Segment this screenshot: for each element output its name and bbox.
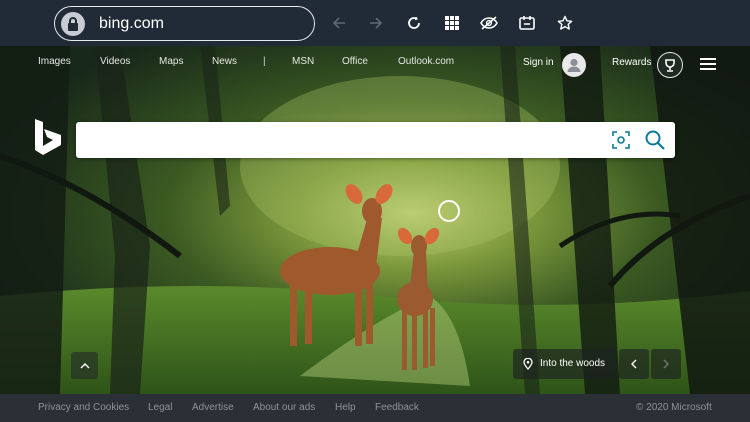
apps-grid-icon[interactable] [440,11,464,35]
avatar-icon[interactable] [562,53,586,77]
nav-separator: | [263,56,266,67]
footer-link-feedback[interactable]: Feedback [375,402,419,413]
footer-link-help[interactable]: Help [335,402,356,413]
previous-image-button[interactable] [619,349,649,379]
bing-logo-icon[interactable] [33,117,63,162]
nav-link-outlook[interactable]: Outlook.com [398,56,454,67]
sign-in-link[interactable]: Sign in [523,57,554,68]
copyright-text: © 2020 Microsoft [636,402,712,413]
address-bar[interactable]: bing.com [54,6,315,41]
back-arrow-icon[interactable] [327,11,351,35]
hero-section: Images Videos Maps News | MSN Office Out… [0,46,750,394]
visual-search-icon[interactable] [612,131,630,154]
scroll-up-button[interactable] [71,352,98,379]
nav-link-msn[interactable]: MSN [292,56,314,67]
lock-icon[interactable] [61,12,85,36]
cursor-ring-icon [438,200,460,222]
footer: Privacy and Cookies Legal Advertise Abou… [0,394,750,422]
chevron-left-icon [631,359,637,369]
footer-link-legal[interactable]: Legal [148,402,172,413]
footer-link-advertise[interactable]: Advertise [192,402,234,413]
nav-link-maps[interactable]: Maps [159,56,183,67]
nav-link-images[interactable]: Images [38,56,71,67]
forest-deer-photo [0,46,750,394]
image-caption-button[interactable]: Into the woods [513,349,616,379]
hamburger-menu-icon[interactable] [700,57,718,71]
hide-eye-icon[interactable] [477,11,501,35]
rewards-trophy-icon[interactable] [657,52,683,78]
rewards-label[interactable]: Rewards [612,57,651,68]
search-input[interactable] [88,130,588,150]
url-text[interactable]: bing.com [99,15,164,33]
search-icon[interactable] [644,129,666,156]
nav-link-news[interactable]: News [212,56,237,67]
reload-icon[interactable] [402,11,426,35]
favorite-star-icon[interactable] [553,11,577,35]
location-pin-icon [523,358,533,370]
footer-link-privacy[interactable]: Privacy and Cookies [38,402,129,413]
browser-toolbar: bing.com [0,0,750,46]
forward-arrow-icon[interactable] [364,11,388,35]
footer-link-about-ads[interactable]: About our ads [253,402,315,413]
nav-link-videos[interactable]: Videos [100,56,130,67]
chevron-up-icon [80,362,89,368]
nav-link-office[interactable]: Office [342,56,368,67]
image-caption-text[interactable]: Into the woods [540,358,605,369]
search-box[interactable] [76,122,675,158]
reader-icon[interactable] [515,11,539,35]
next-image-button[interactable] [651,349,681,379]
chevron-right-icon [663,359,669,369]
